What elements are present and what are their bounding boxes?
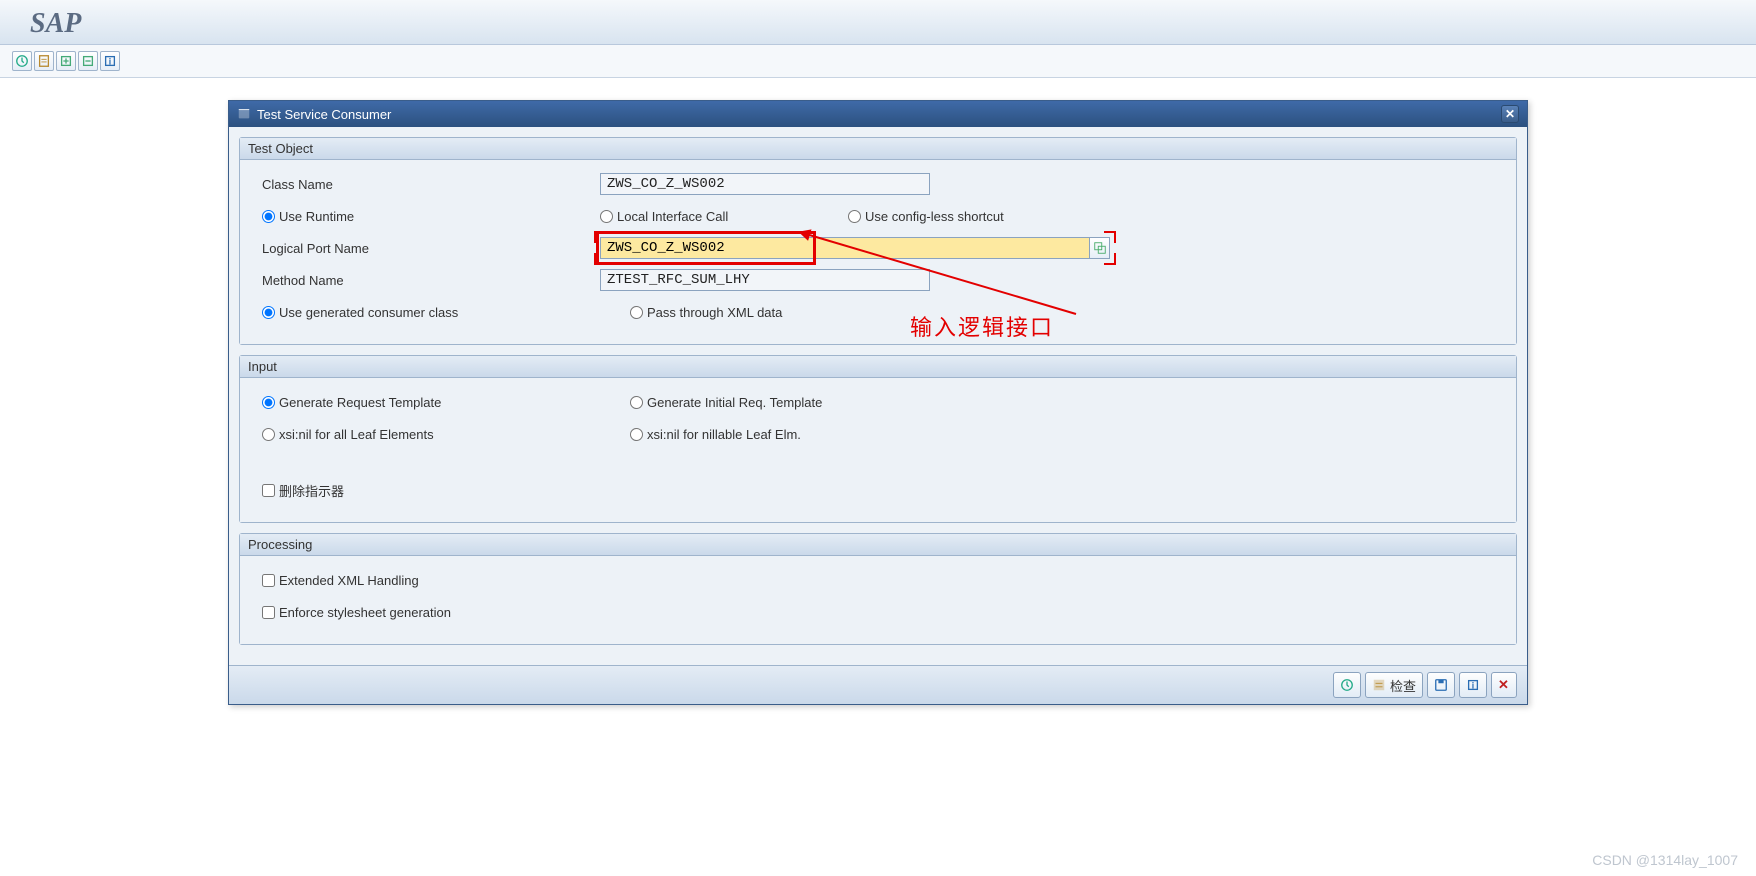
class-name-field: [600, 173, 930, 195]
check-delete-indicator-input[interactable]: [262, 484, 275, 497]
check-extended-xml-input[interactable]: [262, 574, 275, 587]
logical-port-field[interactable]: [600, 237, 1090, 259]
method-name-field: [600, 269, 930, 291]
app-header: SAP: [0, 0, 1756, 45]
dialog-icon: [237, 107, 251, 121]
info-icon: i: [1466, 678, 1480, 692]
radio-generated-class[interactable]: Use generated consumer class: [262, 305, 622, 320]
check-enforce-stylesheet-input[interactable]: [262, 606, 275, 619]
check-delete-indicator[interactable]: 删除指示器: [262, 481, 344, 500]
radio-configless[interactable]: Use config-less shortcut: [848, 209, 1004, 224]
info-icon[interactable]: i: [100, 51, 120, 71]
radio-xsi-nillable-input[interactable]: [630, 428, 643, 441]
display-object-icon[interactable]: [34, 51, 54, 71]
radio-local-interface[interactable]: Local Interface Call: [600, 209, 840, 224]
class-name-label: Class Name: [262, 177, 592, 192]
footer-check-button[interactable]: 检查: [1365, 672, 1423, 698]
footer-execute-button[interactable]: [1333, 672, 1361, 698]
radio-gen-req-template[interactable]: Generate Request Template: [262, 395, 622, 410]
app-toolbar: i: [0, 45, 1756, 78]
method-name-label: Method Name: [262, 273, 592, 288]
dialog-title-text: Test Service Consumer: [257, 107, 391, 122]
radio-gen-init-template-input[interactable]: [630, 396, 643, 409]
radio-generated-class-input[interactable]: [262, 306, 275, 319]
radio-local-interface-input[interactable]: [600, 210, 613, 223]
check-extended-xml[interactable]: Extended XML Handling: [262, 573, 419, 588]
save-icon: [1434, 678, 1448, 692]
radio-gen-req-template-input[interactable]: [262, 396, 275, 409]
logical-port-label: Logical Port Name: [262, 241, 592, 256]
radio-xsi-all-input[interactable]: [262, 428, 275, 441]
group-title-test-object: Test Object: [240, 138, 1516, 160]
app-title: SAP: [30, 8, 81, 39]
test-service-consumer-dialog: Test Service Consumer ✕ Test Object Clas…: [228, 100, 1528, 705]
f4-help-icon: [1093, 241, 1107, 255]
group-processing: Processing Extended XML Handling Enforce…: [239, 533, 1517, 645]
radio-pass-xml[interactable]: Pass through XML data: [630, 305, 782, 320]
radio-configless-input[interactable]: [848, 210, 861, 223]
radio-gen-init-template[interactable]: Generate Initial Req. Template: [630, 395, 822, 410]
watermark: CSDN @1314lay_1007: [1592, 852, 1738, 868]
radio-xsi-nillable[interactable]: xsi:nil for nillable Leaf Elm.: [630, 427, 801, 442]
svg-text:i: i: [1472, 681, 1474, 691]
expand-icon[interactable]: [56, 51, 76, 71]
check-enforce-stylesheet[interactable]: Enforce stylesheet generation: [262, 605, 451, 620]
check-icon: [1372, 678, 1386, 692]
footer-cancel-button[interactable]: ✕: [1491, 672, 1517, 698]
footer-save-button[interactable]: [1427, 672, 1455, 698]
footer-info-button[interactable]: i: [1459, 672, 1487, 698]
dialog-titlebar: Test Service Consumer ✕: [229, 101, 1527, 127]
radio-use-runtime-input[interactable]: [262, 210, 275, 223]
execute-icon[interactable]: [12, 51, 32, 71]
dialog-footer: 检查 i ✕: [229, 665, 1527, 704]
dialog-close-button[interactable]: ✕: [1501, 105, 1519, 123]
radio-pass-xml-input[interactable]: [630, 306, 643, 319]
group-input: Input Generate Request Template Generate…: [239, 355, 1517, 523]
svg-text:i: i: [109, 57, 111, 67]
collapse-icon[interactable]: [78, 51, 98, 71]
group-title-input: Input: [240, 356, 1516, 378]
radio-xsi-all[interactable]: xsi:nil for all Leaf Elements: [262, 427, 622, 442]
group-title-processing: Processing: [240, 534, 1516, 556]
logical-port-f4-button[interactable]: [1090, 237, 1110, 259]
group-test-object: Test Object Class Name Use Runtime L: [239, 137, 1517, 345]
radio-use-runtime[interactable]: Use Runtime: [262, 209, 592, 224]
